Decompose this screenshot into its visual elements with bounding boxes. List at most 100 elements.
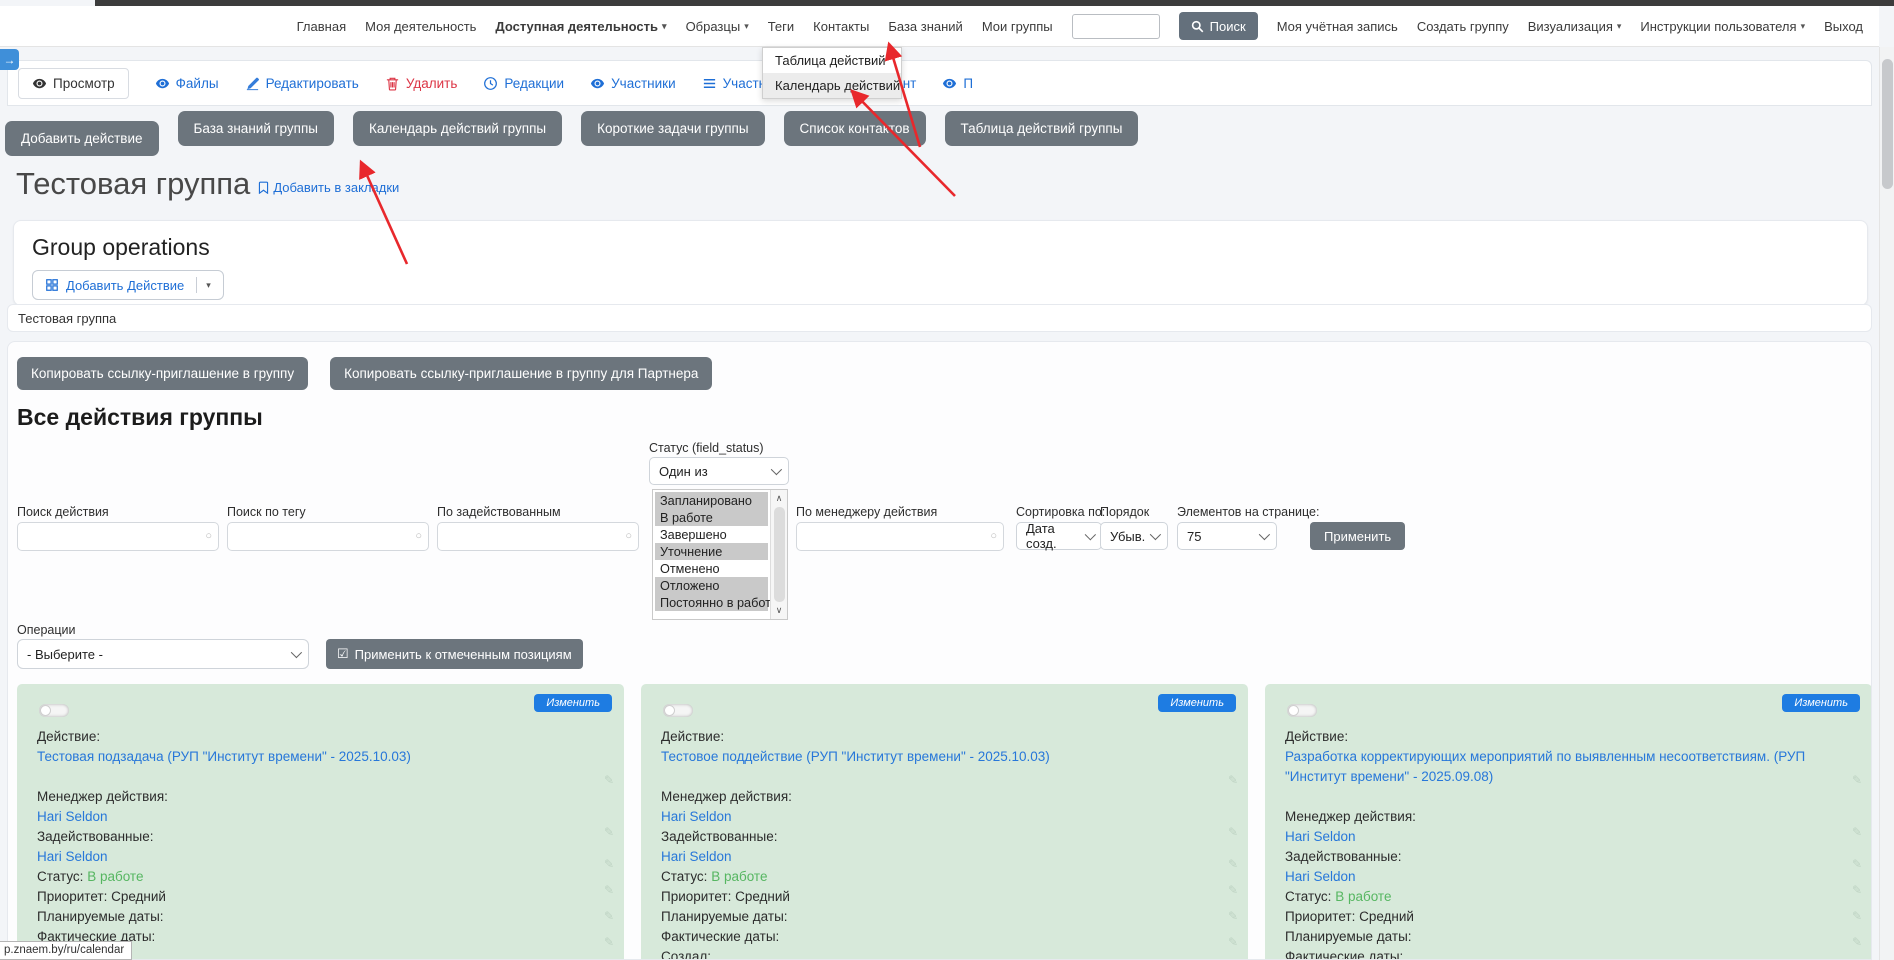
order-select[interactable]: Убыв. (1100, 522, 1168, 550)
nav-link-create-group[interactable]: Создать группу (1417, 19, 1509, 34)
involved-link[interactable]: Hari Seldon (1285, 869, 1356, 884)
group-actions-calendar-button[interactable]: Календарь действий группы (353, 111, 562, 146)
group-actions-table-button[interactable]: Таблица действий группы (945, 111, 1139, 146)
per-page-select[interactable]: 75 (1177, 522, 1277, 550)
nav-link-samples[interactable]: Образцы▾ (686, 19, 749, 34)
chevron-down-icon (1084, 529, 1095, 540)
priority-text: Приоритет: Средний (37, 887, 604, 907)
search-tag-input[interactable] (227, 522, 429, 551)
tab-view[interactable]: Просмотр (18, 68, 129, 99)
dropdown-item-actions-calendar[interactable]: Календарь действий (763, 73, 901, 98)
status-option[interactable]: Запланировано (655, 492, 768, 509)
nav-link-home[interactable]: Главная (297, 19, 346, 34)
entity-tab-bar: Просмотр Файлы Редактировать Удалить Ред… (7, 60, 1872, 106)
scroll-down-icon[interactable]: ∨ (776, 605, 783, 616)
tab-delete[interactable]: Удалить (385, 76, 458, 91)
nav-link-logout[interactable]: Выход (1824, 19, 1863, 34)
tab-edit[interactable]: Редактировать (245, 76, 359, 91)
manager-link[interactable]: Hari Seldon (661, 809, 732, 824)
nav-link-my-activity[interactable]: Моя деятельность (365, 19, 476, 34)
involved-label: Задействованные: (37, 827, 604, 847)
group-knowledge-base-button[interactable]: База знаний группы (178, 111, 334, 146)
manager-link[interactable]: Hari Seldon (1285, 829, 1356, 844)
tab-members-view[interactable]: Участники (590, 76, 676, 91)
per-page-label: Элементов на странице: (1177, 505, 1319, 519)
edit-button[interactable]: Изменить (1158, 694, 1236, 712)
apply-to-checked-button[interactable]: ☑ Применить к отмеченным позициям (326, 639, 583, 669)
tab-files[interactable]: Файлы (155, 76, 219, 91)
chevron-down-icon (771, 464, 782, 475)
operations-select[interactable]: - Выберите - (17, 639, 309, 669)
add-action-split-button[interactable]: Добавить Действие ▾ (32, 270, 224, 300)
status-option[interactable]: Отложено (655, 577, 768, 594)
search-input[interactable] (1072, 14, 1160, 39)
add-action-button[interactable]: Добавить действие (5, 121, 159, 156)
involved-link[interactable]: Hari Seldon (37, 849, 108, 864)
add-bookmark-link[interactable]: Добавить в закладки (257, 180, 399, 195)
scrollbar-thumb[interactable] (1882, 59, 1893, 189)
action-card: Изменить Действие: Тестовая подзадача (Р… (17, 684, 624, 960)
nav-link-tags[interactable]: Теги (768, 19, 794, 34)
manager-link[interactable]: Hari Seldon (37, 809, 108, 824)
action-title-link[interactable]: Разработка корректирующих мероприятий по… (1285, 749, 1805, 784)
available-activity-dropdown: Таблица действий Календарь действий (762, 47, 902, 99)
by-manager-input[interactable] (796, 522, 1004, 551)
search-action-field-wrap: ○ (17, 522, 219, 551)
by-manager-label: По менеджеру действия (796, 505, 937, 519)
dropdown-item-actions-table[interactable]: Таблица действий (763, 48, 901, 73)
status-option[interactable]: В работе (655, 509, 768, 526)
scrollbar-thumb[interactable] (774, 507, 785, 602)
action-label: Действие: (661, 727, 1228, 747)
nav-link-knowledge-base[interactable]: База знаний (888, 19, 963, 34)
nav-link-contacts[interactable]: Контакты (813, 19, 869, 34)
actual-dates-label: Фактические даты: (661, 927, 1228, 947)
nav-link-my-account[interactable]: Моя учётная запись (1277, 19, 1398, 34)
group-short-tasks-button[interactable]: Короткие задачи группы (581, 111, 764, 146)
edit-button[interactable]: Изменить (534, 694, 612, 712)
sort-by-label: Сортировка по: (1016, 505, 1105, 519)
nav-link-available-activity[interactable]: Доступная деятельность▾ (495, 19, 666, 34)
chevron-down-icon (1259, 529, 1270, 540)
nav-link-my-groups[interactable]: Мои группы (982, 19, 1053, 34)
status-option[interactable]: Постоянно в работе (655, 594, 768, 611)
action-card: Изменить Действие: Тестовое поддействие … (641, 684, 1248, 960)
status-option[interactable]: Уточнение (655, 543, 768, 560)
action-title-link[interactable]: Тестовая подзадача (РУП "Институт времен… (37, 749, 411, 764)
by-involved-input[interactable] (437, 522, 639, 551)
tab-truncated[interactable]: П (942, 76, 973, 91)
copy-partner-invite-link-button[interactable]: Копировать ссылку-приглашение в группу д… (330, 357, 712, 390)
card-select-toggle[interactable] (39, 704, 69, 717)
tab-revisions[interactable]: Редакции (483, 76, 564, 91)
status-option[interactable]: Отменено (655, 560, 768, 577)
listbox-scrollbar[interactable]: ∧ ∨ (770, 490, 787, 619)
pencil-icon: ✎ (1852, 934, 1862, 952)
scroll-up-icon[interactable]: ∧ (776, 493, 783, 504)
card-select-toggle[interactable] (663, 704, 693, 717)
copy-invite-link-button[interactable]: Копировать ссылку-приглашение в группу (17, 357, 308, 390)
chevron-down-icon[interactable]: ▾ (204, 280, 211, 291)
action-title-link[interactable]: Тестовое поддействие (РУП "Институт врем… (661, 749, 1050, 764)
status-mode-select[interactable]: Один из (649, 457, 789, 485)
status-option[interactable]: Завершено (655, 526, 768, 543)
nav-link-visualization[interactable]: Визуализация▾ (1528, 19, 1622, 34)
status-value: В работе (711, 869, 767, 884)
edit-button[interactable]: Изменить (1782, 694, 1860, 712)
pencil-icon: ✎ (1852, 908, 1862, 926)
sort-by-select[interactable]: Дата созд. (1016, 522, 1102, 550)
page-scrollbar[interactable] (1879, 47, 1894, 960)
clear-icon: ○ (990, 530, 997, 542)
apply-filters-button[interactable]: Применить (1310, 522, 1405, 550)
group-contacts-list-button[interactable]: Список контактов (784, 111, 926, 146)
eye-icon (942, 76, 957, 91)
search-button[interactable]: Поиск (1179, 12, 1258, 40)
sidebar-expand-button[interactable]: → (0, 49, 19, 70)
manager-label: Менеджер действия: (37, 787, 604, 807)
card-select-toggle[interactable] (1287, 704, 1317, 717)
involved-link[interactable]: Hari Seldon (661, 849, 732, 864)
search-action-input[interactable] (17, 522, 219, 551)
nav-link-user-instructions[interactable]: Инструкции пользователя▾ (1640, 19, 1805, 34)
group-name-bar: Тестовая группа (7, 304, 1872, 332)
status-bar-url: p.znaem.by/ru/calendar (0, 941, 132, 960)
involved-label: Задействованные: (661, 827, 1228, 847)
pencil-icon: ✎ (1228, 908, 1238, 926)
